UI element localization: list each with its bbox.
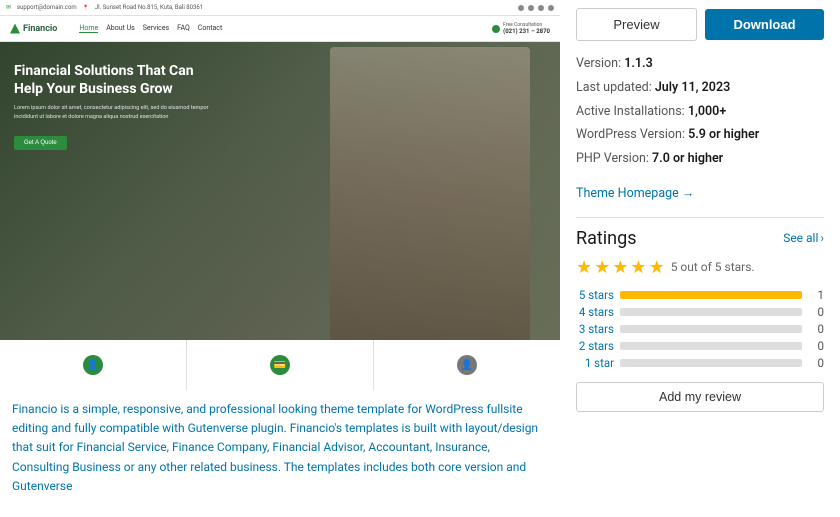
hero-bg-figure [330, 47, 530, 340]
rating-bar-label-4[interactable]: 1 star [576, 356, 614, 370]
star-count-text: 5 out of 5 stars. [671, 260, 755, 274]
wp-version-label: WordPress Version: [576, 127, 685, 142]
fake-address: Jl. Sunset Road No.815, Kuta, Bali 80361 [95, 4, 203, 11]
version-row: Version: 1.1.3 [576, 55, 824, 74]
stars-row: ★ ★ ★ ★ ★ [576, 257, 665, 278]
rating-bar-label-0[interactable]: 5 stars [576, 288, 614, 302]
download-button[interactable]: Download [705, 9, 824, 40]
fake-cards: 👤 💳 👤 [0, 340, 560, 390]
fake-topbar: ✉ support@domain.com 📍 Jl. Sunset Road N… [0, 0, 560, 16]
php-version-value: 7.0 or higher [652, 151, 723, 166]
wp-version-value: 5.9 or higher [688, 127, 759, 142]
wp-version-row: WordPress Version: 5.9 or higher [576, 126, 824, 145]
logo-text: Financio [23, 24, 57, 34]
fake-card-2: 💳 [187, 340, 374, 390]
php-version-row: PHP Version: 7.0 or higher [576, 150, 824, 169]
fake-card-3: 👤 [374, 340, 560, 390]
hero-title: Financial Solutions That Can Help Your B… [14, 62, 214, 98]
php-version-label: PHP Version: [576, 151, 649, 166]
active-installs-row: Active Installations: 1,000+ [576, 103, 824, 122]
fake-card-1: 👤 [0, 340, 187, 390]
ratings-header: Ratings See all › [576, 228, 824, 249]
star-3: ★ [612, 257, 628, 278]
star-1: ★ [576, 257, 592, 278]
fake-nav-links: Home About Us Services FAQ Contact [79, 24, 222, 33]
rating-bar-count-4: 0 [808, 356, 824, 370]
rating-bar-count-2: 0 [808, 322, 824, 336]
rating-bar-label-3[interactable]: 2 stars [576, 339, 614, 353]
rating-bar-fill-0 [620, 291, 802, 299]
social-icon-g [538, 5, 544, 11]
fake-email: support@domain.com [17, 4, 77, 11]
rating-bar-track-1 [620, 308, 802, 316]
right-column: Preview Download Version: 1.1.3 Last upd… [560, 0, 840, 517]
description-area: Financio is a simple, responsive, and pr… [0, 390, 560, 506]
card-icon-2: 💳 [270, 355, 290, 375]
rating-bar-row-3: 2 stars 0 [576, 339, 824, 353]
rating-bar-count-0: 1 [808, 288, 824, 302]
see-all-label: See all [783, 231, 818, 245]
phone-number: (021) 231 – 2870 [503, 28, 550, 35]
rating-bars: 5 stars 1 4 stars 0 3 stars 0 2 stars 0 1 star 0 [576, 288, 824, 370]
description-text: Financio is a simple, responsive, and pr… [12, 400, 548, 496]
ratings-title: Ratings [576, 228, 637, 249]
meta-section: Version: 1.1.3 Last updated: July 11, 20… [576, 55, 824, 174]
fake-hero-content: Financial Solutions That Can Help Your B… [14, 62, 214, 150]
fake-hero: Financial Solutions That Can Help Your B… [0, 42, 560, 340]
rating-bar-label-2[interactable]: 3 stars [576, 322, 614, 336]
card-icon-1: 👤 [83, 355, 103, 375]
nav-about: About Us [106, 24, 135, 33]
nav-contact: Contact [198, 24, 222, 33]
last-updated-row: Last updated: July 11, 2023 [576, 79, 824, 98]
get-quote-button[interactable]: Get A Quote [14, 136, 67, 150]
stars-summary: ★ ★ ★ ★ ★ 5 out of 5 stars. [576, 257, 824, 278]
theme-preview: ✉ support@domain.com 📍 Jl. Sunset Road N… [0, 0, 560, 390]
hero-subtitle: Lorem ipsum dolor sit amet, consectetur … [14, 104, 214, 121]
divider [576, 217, 824, 218]
nav-faq: FAQ [177, 24, 190, 33]
rating-bar-track-0 [620, 291, 802, 299]
rating-bar-label-1[interactable]: 4 stars [576, 305, 614, 319]
rating-bar-row-1: 4 stars 0 [576, 305, 824, 319]
nav-home: Home [79, 24, 98, 33]
fake-nav-contact: Free Consultation (021) 231 – 2870 [492, 22, 550, 35]
social-icon-f [518, 5, 524, 11]
star-2: ★ [594, 257, 610, 278]
fake-nav: Financio Home About Us Services FAQ Cont… [0, 16, 560, 42]
last-updated-value: July 11, 2023 [655, 80, 730, 95]
left-column: ✉ support@domain.com 📍 Jl. Sunset Road N… [0, 0, 560, 517]
rating-bar-track-2 [620, 325, 802, 333]
theme-homepage-link[interactable]: Theme Homepage → [576, 186, 824, 201]
card-icon-3: 👤 [457, 355, 477, 375]
rating-bar-row-2: 3 stars 0 [576, 322, 824, 336]
rating-bar-count-1: 0 [808, 305, 824, 319]
logo-icon [10, 24, 20, 34]
active-installs-value: 1,000+ [688, 104, 726, 119]
active-installs-label: Active Installations: [576, 104, 685, 119]
social-icon-i [548, 5, 554, 11]
preview-button[interactable]: Preview [576, 8, 697, 41]
star-5: ★ [649, 257, 665, 278]
see-all-chevron: › [820, 231, 824, 245]
fake-logo: Financio [10, 24, 57, 34]
version-value: 1.1.3 [624, 56, 653, 71]
phone-icon [492, 25, 500, 33]
star-4: ★ [630, 257, 646, 278]
rating-bar-track-3 [620, 342, 802, 350]
rating-bar-track-4 [620, 359, 802, 367]
action-buttons: Preview Download [576, 8, 824, 41]
social-icon-t [528, 5, 534, 11]
rating-bar-count-3: 0 [808, 339, 824, 353]
rating-bar-row-4: 1 star 0 [576, 356, 824, 370]
add-review-button[interactable]: Add my review [576, 382, 824, 412]
version-label: Version: [576, 56, 621, 71]
nav-services: Services [143, 24, 169, 33]
last-updated-label: Last updated: [576, 80, 652, 95]
rating-bar-row-0: 5 stars 1 [576, 288, 824, 302]
see-all-link[interactable]: See all › [783, 231, 824, 245]
